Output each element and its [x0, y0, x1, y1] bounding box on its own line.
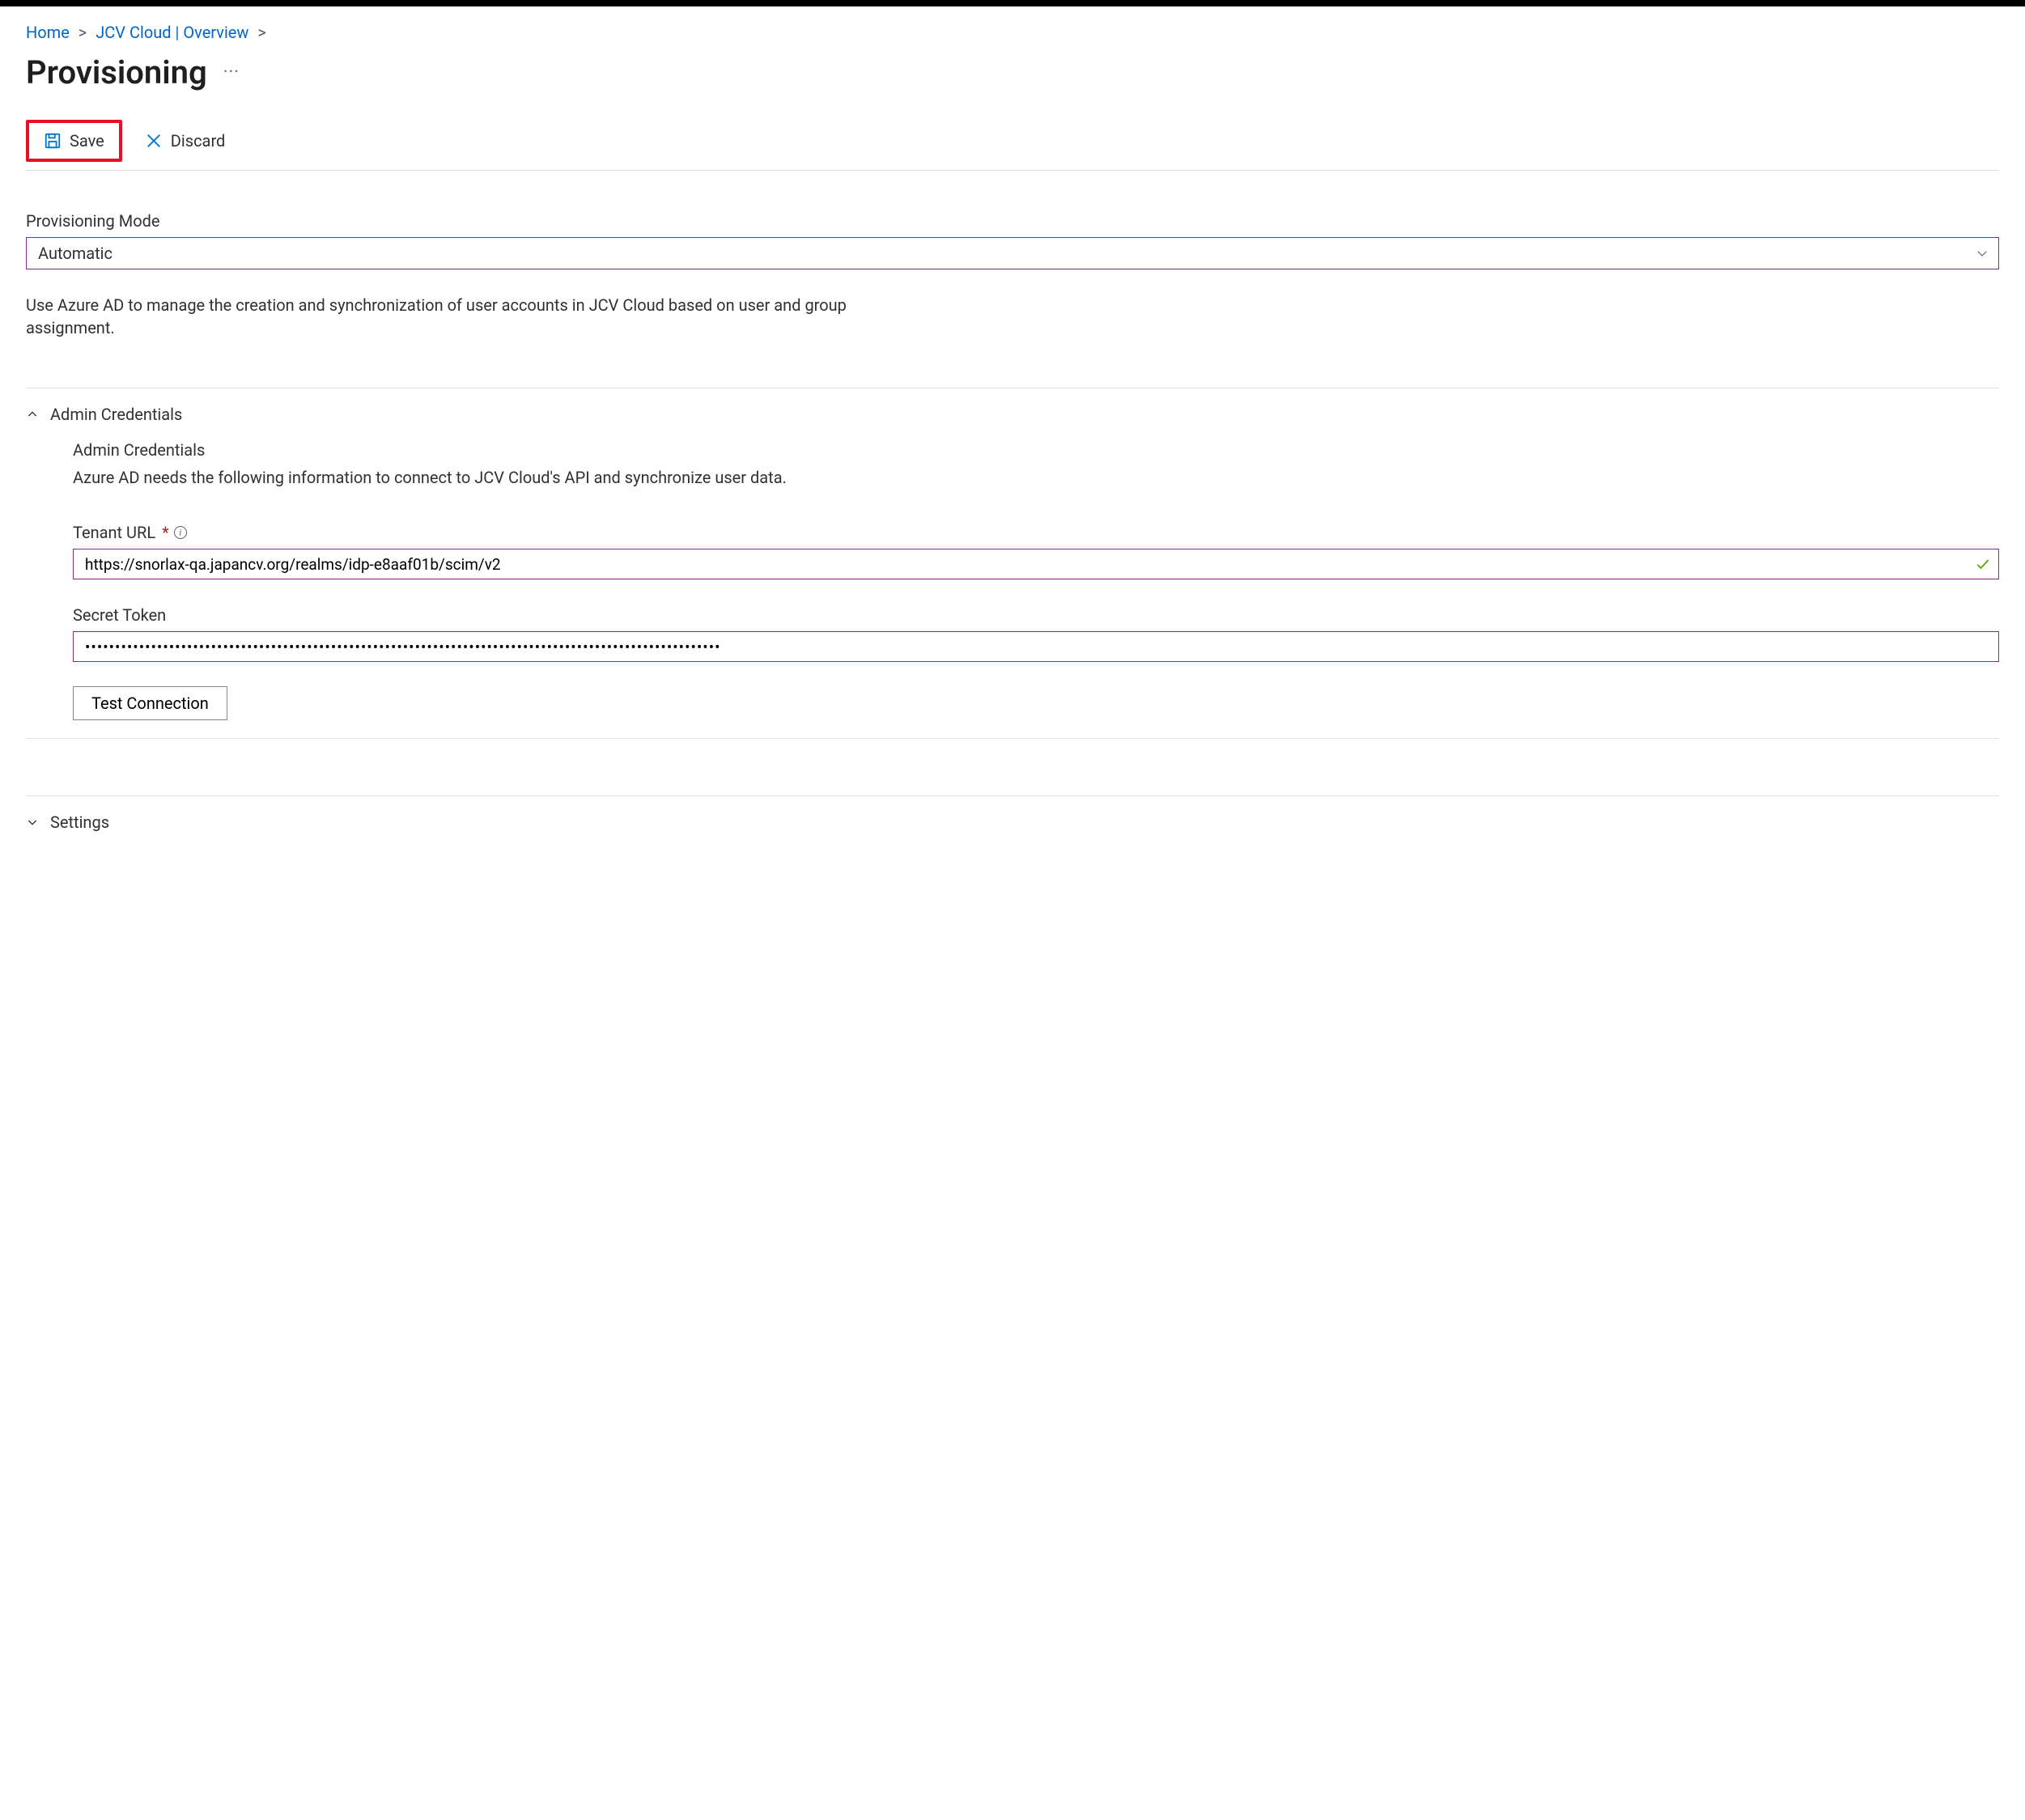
save-button-label: Save	[70, 131, 104, 151]
save-highlight-box: Save	[26, 120, 122, 162]
secret-token-label: Secret Token	[73, 604, 1999, 626]
window-top-border	[0, 0, 2025, 6]
provisioning-mode-label: Provisioning Mode	[26, 210, 1999, 232]
settings-header: Settings	[50, 811, 109, 834]
admin-credentials-description: Azure AD needs the following information…	[73, 466, 1999, 489]
provisioning-mode-value: Automatic	[38, 242, 112, 265]
secret-token-input[interactable]	[73, 631, 1999, 662]
breadcrumb-home[interactable]: Home	[26, 23, 70, 42]
admin-credentials-subtitle: Admin Credentials	[73, 439, 1999, 461]
settings-section: Settings	[26, 795, 1999, 846]
tenant-url-input[interactable]	[73, 549, 1999, 579]
admin-credentials-header: Admin Credentials	[50, 403, 182, 426]
chevron-up-icon	[26, 408, 39, 421]
admin-credentials-toggle[interactable]: Admin Credentials	[26, 400, 1999, 439]
breadcrumb-separator-icon: >	[257, 23, 265, 42]
secret-token-label-text: Secret Token	[73, 604, 166, 626]
command-bar: Save Discard	[26, 120, 1999, 171]
chevron-down-icon	[26, 816, 39, 829]
discard-button[interactable]: Discard	[137, 126, 234, 155]
test-connection-button[interactable]: Test Connection	[73, 686, 227, 720]
breadcrumb-app[interactable]: JCV Cloud | Overview	[96, 23, 248, 42]
info-icon[interactable]	[174, 526, 187, 539]
settings-toggle[interactable]: Settings	[26, 808, 1999, 846]
tenant-url-label-text: Tenant URL	[73, 521, 155, 544]
provisioning-mode-select[interactable]: Automatic	[26, 237, 1999, 269]
checkmark-icon	[1975, 556, 1991, 572]
discard-button-label: Discard	[171, 131, 226, 151]
page-title: Provisioning	[26, 50, 207, 95]
breadcrumb-separator-icon: >	[79, 23, 87, 42]
tenant-url-label: Tenant URL *	[73, 521, 1999, 544]
provisioning-mode-description: Use Azure AD to manage the creation and …	[26, 294, 876, 339]
save-icon	[44, 132, 62, 150]
required-asterisk: *	[162, 521, 169, 544]
more-actions-button[interactable]: ···	[219, 57, 244, 89]
breadcrumb: Home > JCV Cloud | Overview >	[26, 21, 1999, 44]
admin-credentials-section: Admin Credentials Admin Credentials Azur…	[26, 388, 1999, 739]
close-icon	[145, 132, 163, 150]
save-button[interactable]: Save	[36, 126, 112, 155]
